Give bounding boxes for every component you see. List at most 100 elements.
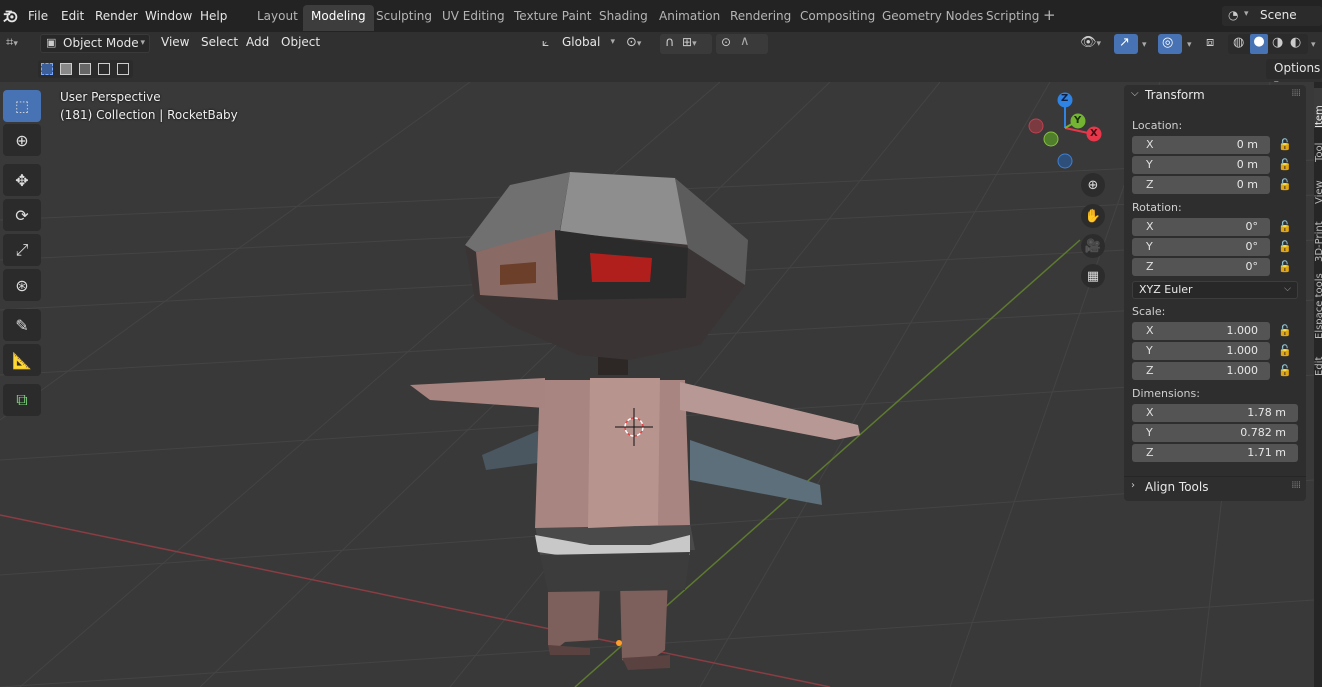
lock-icon[interactable]: 🔓 [1278,158,1292,172]
select-intersect-icon[interactable] [117,63,129,75]
add-workspace-icon[interactable]: + [1043,6,1056,24]
chevron-down-icon[interactable]: ▾ [1142,40,1147,50]
tool-settings-bar: Options ▾ [0,56,1322,89]
tab-edit[interactable]: Edit [1314,344,1322,376]
dimensions-x-field[interactable]: X 1.78 m [1132,404,1298,422]
tab-geometry-nodes[interactable]: Geometry Nodes [882,9,983,23]
gizmo-z-label[interactable]: Z [1061,93,1068,104]
pivot-point-icon[interactable]: ⊙▾ [626,35,641,53]
cursor-tool[interactable]: ⊕ [3,124,41,156]
camera-view-button[interactable]: 🎥 [1081,234,1105,258]
cursor-icon: ⊕ [15,130,29,150]
chevron-down-icon[interactable]: ▾ [1187,40,1192,50]
move-tool[interactable]: ✥ [3,164,41,196]
annotate-tool[interactable]: ✎ [3,309,41,341]
drag-handle-icon[interactable]: ⁞⁞⁞⁞ [1291,88,1301,99]
gizmo-x-label[interactable]: X [1090,128,1098,139]
scale-x-field[interactable]: X 1.000 [1132,322,1270,340]
select-new-icon[interactable] [41,63,53,75]
dimensions-y-field[interactable]: Y 0.782 m [1132,424,1298,442]
rotation-x-field[interactable]: X 0° [1132,218,1270,236]
wireframe-icon[interactable]: ◍ [1233,35,1244,50]
options-button[interactable]: Options ▾ [1266,59,1322,89]
rotate-tool[interactable]: ⟳ [3,199,41,231]
tab-texture-paint[interactable]: Texture Paint [514,9,591,23]
menu-view[interactable]: View [161,35,189,49]
material-preview-icon[interactable]: ◑ [1272,35,1283,50]
tab-shading[interactable]: Shading [599,9,648,23]
scale-y-field[interactable]: Y 1.000 [1132,342,1270,360]
editor-type-icon[interactable]: ⌗▾ [6,35,18,53]
rotation-y-field[interactable]: Y 0° [1132,238,1270,256]
tab-uv-editing[interactable]: UV Editing [442,9,505,23]
tab-tool[interactable]: Tool [1314,132,1322,162]
3d-viewport[interactable]: Z X Y User Perspective (181) Collection … [0,82,1314,687]
tab-compositing[interactable]: Compositing [800,9,875,23]
menu-object[interactable]: Object [281,35,320,49]
dimensions-z-field[interactable]: Z 1.71 m [1132,444,1298,462]
rotation-z-field[interactable]: Z 0° [1132,258,1270,276]
align-tools-title: Align Tools [1145,480,1209,494]
drag-handle-icon[interactable]: ⁞⁞⁞⁞ [1291,480,1301,491]
tab-animation[interactable]: Animation [659,9,720,23]
chevron-down-icon[interactable]: ▾ [1311,40,1316,50]
lock-icon[interactable]: 🔓 [1278,344,1292,358]
measure-icon: 📐 [12,350,32,370]
tab-view[interactable]: View [1314,170,1322,204]
transform-orientation-dropdown[interactable]: ⟀ Global ▾ [540,34,618,53]
tab-3d-print[interactable]: 3D-Print [1314,212,1322,262]
tab-modeling[interactable]: Modeling [303,5,374,31]
rendered-icon[interactable]: ◐ [1290,35,1301,50]
proportional-edit-toggle[interactable]: ⊙ ∧ [716,34,768,54]
transform-panel-header[interactable]: ⌵ Transform ⁞⁞⁞⁞ [1124,85,1306,107]
snap-toggle[interactable]: ∩ ⊞▾ [660,34,712,54]
add-cube-tool[interactable]: ⧉ [3,384,41,416]
zoom-button[interactable]: ⊕ [1081,173,1105,197]
gizmo-toggle[interactable]: ↗ [1114,34,1138,54]
mode-dropdown[interactable]: ▣ Object Mode ▾ [40,34,150,53]
menu-edit[interactable]: Edit [61,9,84,23]
menu-add[interactable]: Add [246,35,269,49]
menu-select[interactable]: Select [201,35,238,49]
lock-icon[interactable]: 🔓 [1278,220,1292,234]
overlay-toggle[interactable]: ◎ [1158,34,1182,54]
location-x-field[interactable]: X0 m [1132,136,1270,154]
tab-sculpting[interactable]: Sculpting [376,9,432,23]
menu-render[interactable]: Render [95,9,138,23]
menu-help[interactable]: Help [200,9,227,23]
lock-icon[interactable]: 🔓 [1278,240,1292,254]
lock-icon[interactable]: 🔓 [1278,138,1292,152]
location-z-field[interactable]: Z0 m [1132,176,1270,194]
lock-icon[interactable]: 🔓 [1278,178,1292,192]
select-box-tool[interactable]: ⬚ [3,90,41,122]
scale-tool[interactable]: ⤢ [3,234,41,266]
blender-logo-icon[interactable] [2,7,20,25]
lock-icon[interactable]: 🔓 [1278,364,1292,378]
rotation-mode-dropdown[interactable]: XYZ Euler ⌵ [1132,281,1298,299]
tab-item[interactable]: Item [1314,88,1322,128]
scene-selector[interactable]: ◔ ▾ Scene [1222,6,1322,26]
tab-layout[interactable]: Layout [257,9,298,23]
tab-elspace-tools[interactable]: Elspace tools [1314,267,1322,339]
visibility-icon[interactable]: 👁▾ [1080,35,1101,53]
lock-icon[interactable]: 🔓 [1278,324,1292,338]
tab-scripting[interactable]: Scripting [986,9,1039,23]
transform-tool[interactable]: ⊛ [3,269,41,301]
measure-tool[interactable]: 📐 [3,344,41,376]
ortho-toggle-button[interactable]: ▦ [1081,264,1105,288]
menu-window[interactable]: Window [145,9,192,23]
select-difference-icon[interactable] [98,63,110,75]
falloff-icon: ∧ [740,34,750,49]
menu-file[interactable]: File [28,9,48,23]
align-tools-panel-header[interactable]: › Align Tools ⁞⁞⁞⁞ [1124,476,1306,498]
select-subtract-icon[interactable] [79,63,91,75]
scale-z-field[interactable]: Z 1.000 [1132,362,1270,380]
select-extend-icon[interactable] [60,63,72,75]
xray-icon[interactable]: ⧈ [1206,35,1214,53]
lock-icon[interactable]: 🔓 [1278,260,1292,274]
gizmo-y-label[interactable]: Y [1074,115,1081,126]
solid-shading-icon[interactable]: ● [1250,34,1268,54]
location-y-field[interactable]: Y0 m [1132,156,1270,174]
pan-button[interactable]: ✋ [1081,204,1105,228]
tab-rendering[interactable]: Rendering [730,9,791,23]
